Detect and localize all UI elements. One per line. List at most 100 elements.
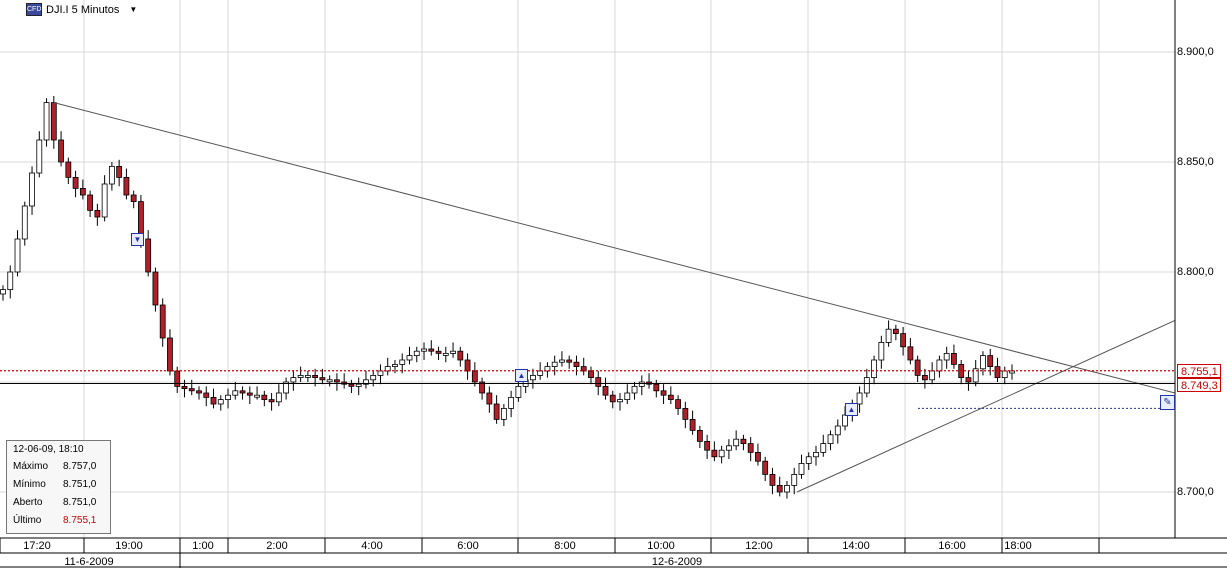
candle-body [936, 359, 943, 372]
candle-body [530, 374, 536, 381]
candle-body [58, 139, 64, 163]
chevron-down-icon[interactable]: ▼ [129, 5, 137, 14]
candle-body [203, 392, 210, 398]
candle-body [181, 385, 188, 389]
info-value: 8.751,0 [63, 496, 97, 508]
x-axis-label: 17:20 [23, 540, 51, 552]
candle-body [842, 414, 848, 427]
candle-body [892, 328, 899, 335]
candle-body [7, 271, 14, 291]
candle-body [29, 172, 35, 207]
x-axis-label: 18:00 [1004, 540, 1032, 552]
candle-body [813, 451, 819, 458]
candle-body [450, 350, 456, 354]
candle-body [94, 209, 101, 218]
candle-body [885, 328, 892, 343]
info-label: Aberto [13, 496, 43, 508]
cfd-logo-icon: CFD [26, 3, 42, 16]
candle-body [921, 374, 928, 381]
candle-body [718, 449, 725, 458]
y-axis-label: 8.800,0 [1177, 266, 1214, 278]
candle-body [392, 363, 398, 367]
candle-body [834, 425, 841, 436]
candle-body [225, 394, 231, 401]
sell-marker-icon[interactable]: ▼ [131, 233, 144, 246]
crosshair-price-flag: 8.749,3 [1177, 378, 1221, 392]
candle-body [827, 434, 834, 444]
candle-body [188, 388, 195, 392]
candle-body [602, 385, 609, 396]
candle-body [762, 460, 769, 475]
candle-body [442, 352, 449, 356]
candle-body [36, 139, 43, 174]
candle-body [152, 271, 159, 306]
candle-body [421, 348, 427, 352]
candle-body [951, 352, 957, 365]
x-axis-label: 12:00 [745, 540, 773, 552]
x-axis-label: 19:00 [115, 540, 143, 552]
chart-title-bar[interactable]: CFD DJI.I 5 Minutos ▼ [26, 3, 137, 16]
buy-marker-icon[interactable]: ▲ [515, 369, 528, 382]
candle-body [566, 359, 573, 363]
candle-body [798, 462, 805, 475]
info-row-max: Máximo 8.757,0 [7, 457, 110, 475]
y-axis-label: 8.700,0 [1177, 486, 1214, 498]
pencil-icon[interactable]: ✎ [1160, 395, 1175, 410]
candle-body [261, 394, 268, 401]
candle-body [508, 396, 515, 409]
candle-body [493, 403, 500, 420]
candle-body [653, 383, 660, 392]
candle-body [123, 176, 130, 196]
info-row-open: Aberto 8.751,0 [7, 493, 110, 511]
candle-body [14, 238, 21, 273]
candle-body [551, 361, 558, 368]
candle-body [559, 359, 565, 363]
info-value: 8.751,0 [63, 478, 97, 490]
candle-body [464, 359, 471, 372]
candle-body [428, 348, 435, 352]
x-axis-label: 2:00 [266, 540, 288, 552]
candle-body [776, 484, 783, 493]
info-row-last: Último 8.755,1 [7, 511, 110, 529]
x-axis-label: 1:00 [192, 540, 214, 552]
candle-body [631, 385, 638, 394]
candle-body [769, 473, 776, 486]
candle-body [994, 366, 1001, 379]
candle-body [747, 443, 754, 453]
candle-body [413, 350, 420, 357]
chart-canvas[interactable] [0, 0, 1227, 568]
candle-body [370, 374, 377, 381]
buy-marker-icon[interactable]: ▲ [845, 403, 858, 416]
candle-body [217, 399, 224, 405]
candle-body [312, 374, 319, 378]
x-axis-label: 16:00 [938, 540, 966, 552]
candle-body [624, 392, 631, 400]
candle-body [406, 355, 413, 361]
candle-body [755, 451, 761, 462]
candle-body [965, 377, 972, 383]
candle-body [500, 407, 507, 420]
candle-body [515, 385, 522, 398]
candle-body [805, 456, 812, 464]
candle-body [638, 381, 645, 387]
x-axis-label: 4:00 [361, 540, 383, 552]
candle-body [290, 377, 297, 383]
candle-body [101, 183, 108, 218]
candle-body [79, 187, 86, 196]
candle-body [907, 346, 914, 361]
candle-body [696, 429, 703, 442]
candle-body [1001, 370, 1008, 378]
candle-body [334, 379, 340, 383]
candle-body [145, 238, 152, 273]
candle-body [348, 383, 355, 387]
info-label: Máximo [13, 460, 49, 472]
candle-body [108, 165, 115, 185]
candle-body [820, 443, 827, 453]
x-axis-label: 6:00 [457, 540, 479, 552]
candle-body [573, 361, 580, 368]
x-axis-label: 10:00 [647, 540, 675, 552]
candle-body [297, 374, 304, 378]
candle-body [355, 383, 362, 387]
candle-body [980, 355, 986, 370]
candle-body [319, 377, 326, 381]
